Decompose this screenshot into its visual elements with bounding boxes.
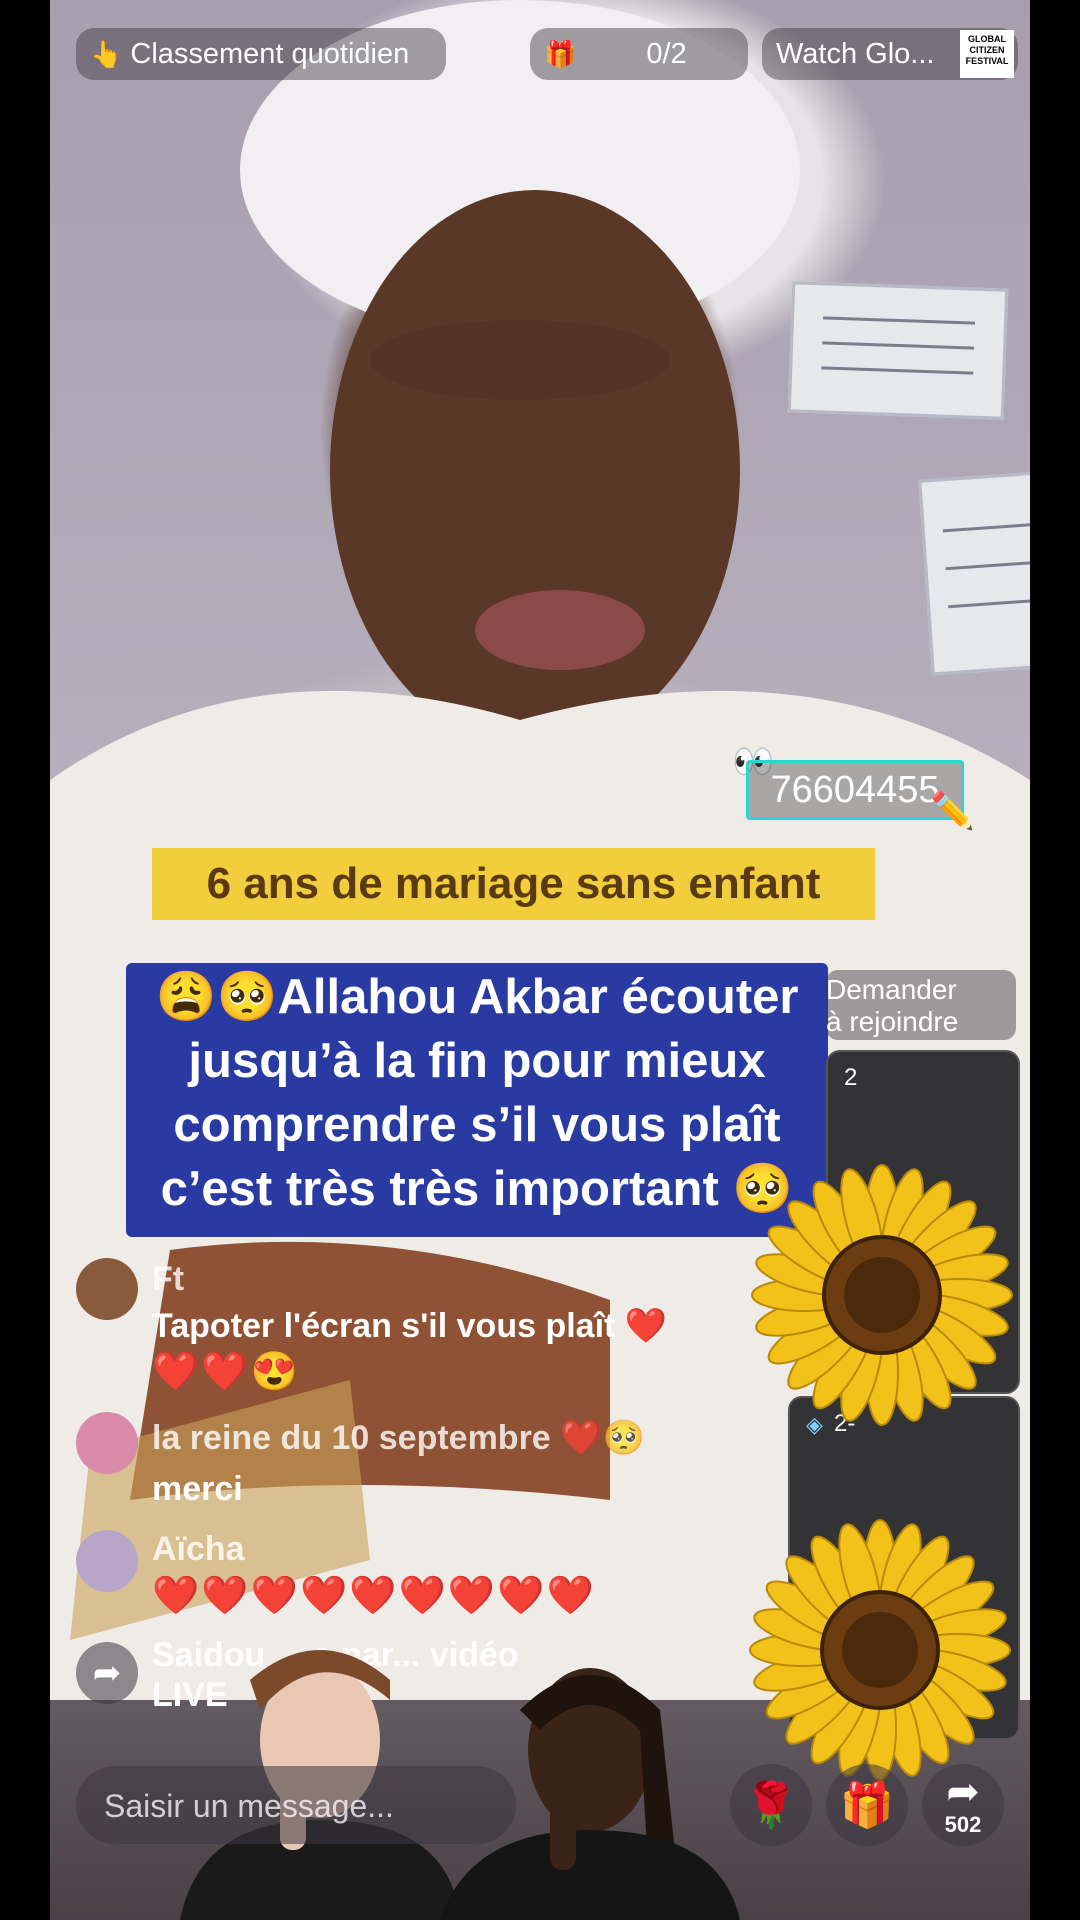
watch-global-pill[interactable]: Watch Glo... GLOBAL CITIZEN FESTIVAL	[762, 28, 1018, 80]
goal-count: 0/2	[646, 37, 687, 70]
gift-icon: 🎁	[839, 1781, 895, 1830]
watch-label: Watch Glo...	[776, 37, 935, 70]
caption-line: 😩🥺Allahou Akbar écouter	[155, 970, 799, 1024]
request-join-button[interactable]: Demander à rejoindre	[826, 970, 1016, 1040]
message-input[interactable]: Saisir un message...	[76, 1766, 516, 1844]
comment-text: merci	[152, 1470, 243, 1508]
caption-line: jusqu’à la fin pour mieux	[188, 1034, 766, 1088]
join-label-line: à rejoindre	[826, 1006, 959, 1037]
caption-line: c’est très très important 🥺	[160, 1162, 794, 1216]
global-citizen-festival-logo: GLOBAL CITIZEN FESTIVAL	[960, 30, 1014, 78]
share-arrow-icon: ➦	[946, 1770, 980, 1814]
daily-ranking-pill[interactable]: 👆 Classement quotidien	[76, 28, 446, 80]
list-item: Ft Tapoter l'écran s'il vous plaît ❤️ ❤️…	[76, 1258, 776, 1393]
caption-title: 6 ans de mariage sans enfant	[152, 848, 875, 920]
comment-text: ❤️❤️❤️❤️❤️❤️❤️❤️❤️	[152, 1575, 596, 1617]
comment-author: Aïcha	[152, 1530, 245, 1568]
join-label-line: Demander	[826, 974, 957, 1005]
comment-text-extra: ❤️❤️😍	[152, 1351, 300, 1393]
message-input-placeholder: Saisir un message...	[104, 1788, 394, 1824]
comment-author: la reine du 10 septembre ❤️🥺	[152, 1419, 645, 1457]
rose-icon: 🌹	[743, 1781, 799, 1830]
guest-card-count: 2	[844, 1064, 858, 1091]
pencil-icon: ✏️	[930, 790, 975, 831]
list-item: la reine du 10 septembre ❤️🥺 merci	[76, 1412, 776, 1522]
caption-message: 😩🥺Allahou Akbar écouter jusqu’à la fin p…	[126, 963, 828, 1237]
comment-text: Tapoter l'écran s'il vous plaît ❤️	[152, 1307, 668, 1345]
caption-line: comprendre s’il vous plaît	[173, 1098, 781, 1152]
gift-goal-icon: 🎁	[544, 38, 577, 69]
live-video-frame[interactable]: 👆 Classement quotidien 🎁 0/2 Watch Glo..…	[50, 0, 1030, 1920]
gift-button[interactable]: 🎁	[826, 1764, 908, 1846]
avatar[interactable]	[76, 1530, 138, 1592]
comment-author: Ft	[152, 1260, 185, 1298]
daily-ranking-label: Classement quotidien	[130, 37, 410, 70]
rose-gift-button[interactable]: 🌹	[730, 1764, 812, 1846]
avatar[interactable]	[76, 1412, 138, 1474]
phone-number: 76604455	[770, 768, 940, 811]
avatar[interactable]	[76, 1258, 138, 1320]
share-count: 502	[944, 1812, 982, 1837]
finger-point-icon: 👆	[90, 38, 123, 69]
caption-title-text: 6 ans de mariage sans enfant	[206, 859, 821, 908]
sunflower-sticker	[751, 1164, 1013, 1426]
share-button[interactable]: ➦ 502	[922, 1764, 1004, 1846]
goal-pill[interactable]: 🎁 0/2	[530, 28, 748, 80]
